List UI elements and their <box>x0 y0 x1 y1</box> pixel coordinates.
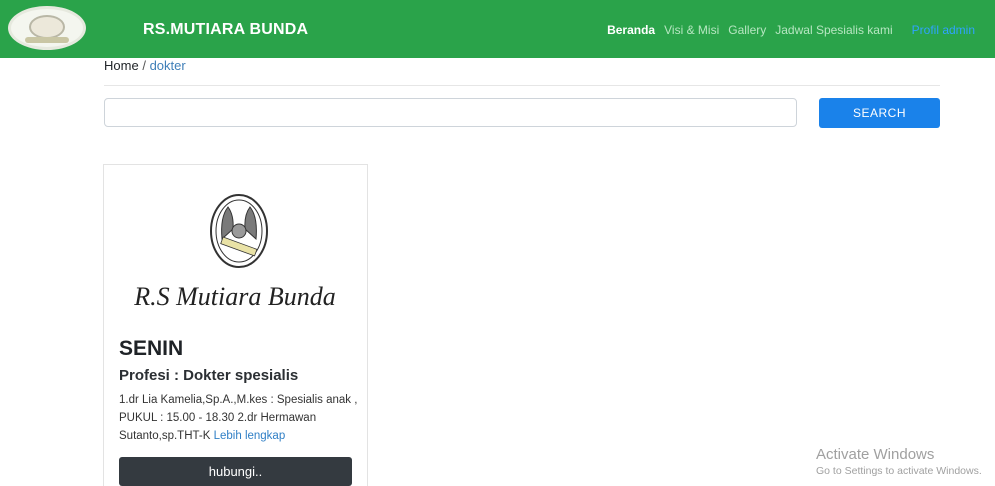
nav-item-gallery[interactable]: Gallery <box>728 23 766 37</box>
breadcrumb-current[interactable]: dokter <box>150 58 186 73</box>
nav-item-profil-admin[interactable]: Profil admin <box>912 23 975 37</box>
nav-item-beranda[interactable]: Beranda <box>607 23 655 37</box>
nav-menu: Beranda Visi & Misi Gallery Jadwal Spesi… <box>607 23 975 37</box>
doctor-card: R.S Mutiara Bunda SENIN Profesi : Dokter… <box>103 164 368 486</box>
card-description: 1.dr Lia Kamelia,Sp.A.,M.kes : Spesialis… <box>119 391 359 445</box>
nav-item-visi-misi[interactable]: Visi & Misi <box>664 23 719 37</box>
contact-button[interactable]: hubungi.. <box>119 457 352 486</box>
logo[interactable] <box>8 6 86 50</box>
read-more-link[interactable]: Lebih lengkap <box>214 430 286 442</box>
navbar: RS.MUTIARA BUNDA Beranda Visi & Misi Gal… <box>0 0 995 58</box>
hospital-logo-icon <box>210 194 268 268</box>
nav-item-jadwal[interactable]: Jadwal Spesialis kami <box>775 23 892 37</box>
card-logo-text: R.S Mutiara Bunda <box>133 282 336 311</box>
brand-title[interactable]: RS.MUTIARA BUNDA <box>143 21 308 39</box>
windows-activation-watermark: Activate Windows Go to Settings to activ… <box>816 446 982 477</box>
watermark-title: Activate Windows <box>816 446 935 463</box>
logo-banner <box>25 37 69 43</box>
divider <box>104 85 940 86</box>
search-button[interactable]: SEARCH <box>819 98 940 128</box>
card-title: SENIN <box>119 337 184 360</box>
breadcrumb-home[interactable]: Home <box>104 58 139 73</box>
card-image: R.S Mutiara Bunda <box>133 194 336 311</box>
logo-emblem-icon <box>29 15 65 39</box>
search-input[interactable] <box>104 98 797 127</box>
watermark-subtitle: Go to Settings to activate Windows. <box>816 465 982 477</box>
card-subtitle: Profesi : Dokter spesialis <box>119 367 299 384</box>
breadcrumb: Home / dokter <box>104 58 186 73</box>
breadcrumb-separator: / <box>142 58 146 73</box>
